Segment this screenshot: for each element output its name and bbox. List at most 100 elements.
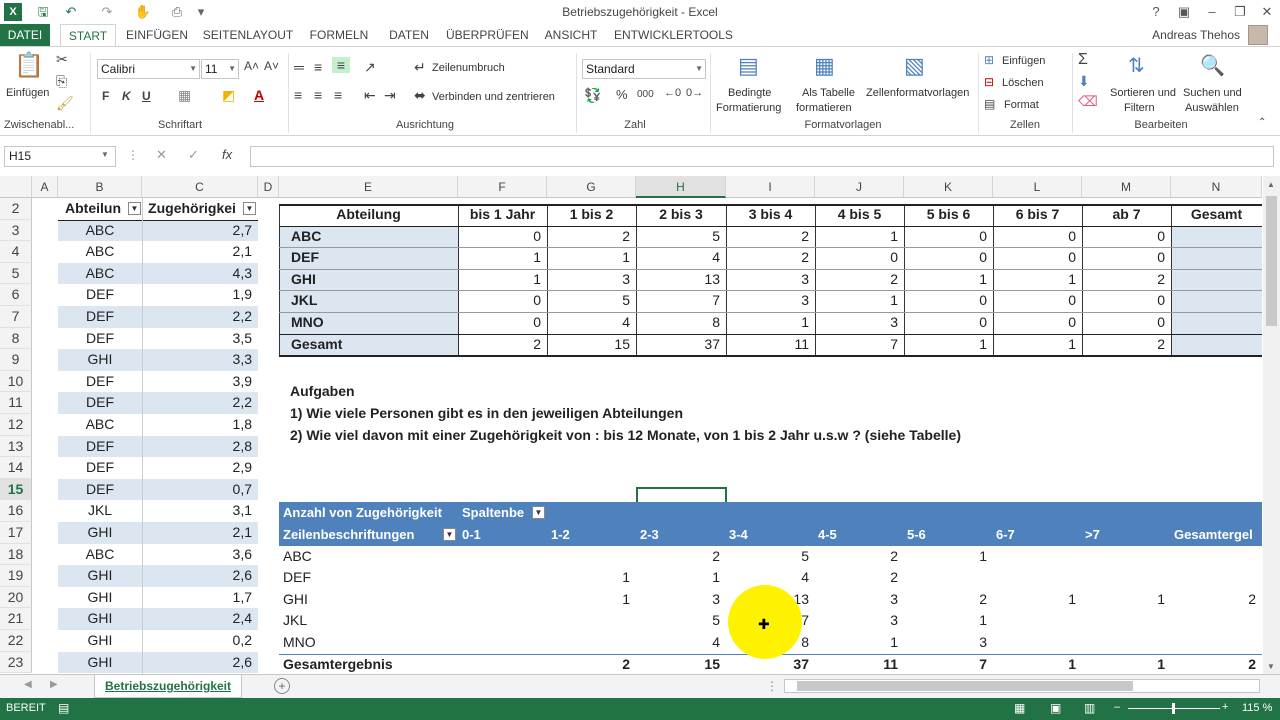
avatar[interactable] (1248, 25, 1268, 45)
format-cells-icon[interactable]: ▤ (984, 97, 995, 111)
pivot-col-header[interactable]: 2-3 (640, 524, 729, 546)
summary-cell[interactable]: 0 (458, 290, 547, 312)
paste-button[interactable]: Einfügen (6, 87, 49, 99)
row-header[interactable]: 4 (0, 241, 32, 263)
delete-cells-icon[interactable]: ⊟ (984, 75, 994, 89)
pivot-row-label[interactable]: JKL (283, 610, 453, 632)
row-header[interactable]: 16 (0, 500, 32, 522)
pivot-row-label[interactable]: GHI (283, 589, 453, 611)
copy-icon[interactable]: ⎘ (56, 73, 67, 90)
table-cell-abteilung[interactable]: DEF (58, 328, 142, 350)
row-header[interactable]: 7 (0, 306, 32, 328)
col-header-j[interactable]: J (815, 176, 904, 198)
conditional-formatting-label2[interactable]: Formatierung (716, 102, 781, 114)
table-cell-abteilung[interactable]: ABC (58, 241, 142, 263)
pivot-column-field[interactable]: Spaltenbe (462, 502, 532, 524)
fill-icon[interactable]: ⬇ (1078, 73, 1090, 90)
summary-cell[interactable]: 0 (993, 226, 1082, 248)
pivot-cell[interactable] (458, 589, 547, 611)
pivot-value-field[interactable]: Anzahl von Zugehörigkeit (283, 502, 458, 524)
row-header[interactable]: 8 (0, 327, 32, 350)
table-cell-abteilung[interactable]: GHI (58, 522, 142, 544)
summary-header[interactable]: 2 bis 3 (636, 204, 726, 226)
format-painter-icon[interactable]: 🖌 (56, 95, 74, 112)
number-format-select[interactable]: Standard ▼ (582, 59, 706, 79)
pivot-cell[interactable]: 1 (1082, 654, 1171, 676)
font-color-icon[interactable]: A (254, 87, 264, 103)
horizontal-scrollbar[interactable] (784, 679, 1260, 693)
pivot-cell[interactable]: 1 (815, 632, 904, 654)
pivot-cell[interactable] (1173, 546, 1262, 568)
summary-cell[interactable]: 0 (458, 226, 547, 248)
pivot-cell[interactable] (1173, 567, 1262, 589)
tab-ueberpruefen[interactable]: ÜBERPRÜFEN (446, 24, 529, 46)
scroll-down-icon[interactable]: ▼ (1267, 662, 1275, 671)
close-button[interactable]: ✕ (1254, 2, 1280, 22)
table-cell-abteilung[interactable]: DEF (58, 457, 142, 479)
summary-cell[interactable]: 0 (1082, 226, 1171, 248)
align-left-icon[interactable]: ≡ (294, 87, 302, 103)
pivot-cell[interactable] (1082, 546, 1171, 568)
summary-cell[interactable]: 0 (904, 226, 993, 248)
format-cells-button[interactable]: Format (1004, 99, 1039, 111)
pivot-cell[interactable]: 1 (1082, 589, 1171, 611)
pivot-cell[interactable]: 3 (815, 589, 904, 611)
summary-cell[interactable]: 5 (547, 290, 636, 312)
row-header[interactable]: 15 (0, 478, 32, 501)
summary-cell[interactable]: 3 (726, 290, 815, 312)
summary-cell[interactable]: 1 (458, 247, 547, 269)
table-cell-zugehoerigkeit[interactable]: 1,7 (142, 587, 258, 609)
prev-sheet-icon[interactable]: ◀ (24, 679, 32, 690)
summary-cell[interactable] (1171, 225, 1262, 248)
summary-row-label[interactable]: JKL (279, 290, 458, 312)
align-top-icon[interactable]: ═ (294, 59, 304, 75)
pivot-col-header[interactable]: 6-7 (996, 524, 1085, 546)
zoom-level[interactable]: 115 % (1242, 702, 1272, 714)
row-header[interactable]: 3 (0, 219, 32, 242)
table-cell-abteilung[interactable]: ABC (58, 544, 142, 566)
summary-cell[interactable]: 2 (726, 247, 815, 269)
wrap-text-icon[interactable]: ↵ (414, 59, 426, 76)
row-header[interactable]: 23 (0, 651, 32, 674)
zoom-in-icon[interactable]: + (1222, 701, 1228, 713)
table-cell-zugehoerigkeit[interactable]: 2,2 (142, 392, 258, 414)
summary-header[interactable]: Gesamt (1171, 204, 1262, 226)
col-header-m[interactable]: M (1082, 176, 1171, 198)
table-cell-abteilung[interactable]: ABC (58, 219, 142, 242)
summary-cell[interactable]: 0 (993, 290, 1082, 312)
table-cell-zugehoerigkeit[interactable]: 2,8 (142, 435, 258, 458)
row-header[interactable]: 12 (0, 414, 32, 436)
table-cell-zugehoerigkeit[interactable]: 2,4 (142, 608, 258, 630)
row-header[interactable]: 19 (0, 565, 32, 587)
summary-cell[interactable]: 1 (815, 226, 904, 248)
user-name[interactable]: Andreas Thehos (1152, 28, 1240, 42)
page-break-view-icon[interactable]: ▥ (1084, 701, 1095, 715)
vertical-scroll-thumb[interactable] (1266, 196, 1277, 326)
table-cell-zugehoerigkeit[interactable]: 2,6 (142, 651, 258, 674)
pivot-cell[interactable]: 1 (993, 589, 1082, 611)
column-filter-dropdown-icon[interactable]: ▼ (532, 506, 545, 520)
summary-cell[interactable]: 2 (726, 226, 815, 248)
col-header-k[interactable]: K (904, 176, 993, 198)
pivot-cell[interactable]: 3 (815, 610, 904, 632)
table-cell-zugehoerigkeit[interactable]: 2,6 (142, 565, 258, 587)
row-header[interactable]: 20 (0, 586, 32, 609)
find-select-label2[interactable]: Auswählen (1185, 102, 1239, 114)
pivot-cell[interactable]: 5 (726, 546, 815, 568)
col-header-e[interactable]: E (279, 176, 458, 198)
sort-filter-icon[interactable]: ⇅ (1128, 53, 1145, 78)
pivot-cell[interactable] (993, 546, 1082, 568)
row-header[interactable]: 21 (0, 608, 32, 630)
pivot-cell[interactable]: 2 (815, 567, 904, 589)
filter-dropdown-icon[interactable]: ▼ (243, 202, 256, 215)
zoom-out-icon[interactable]: – (1114, 701, 1120, 713)
pivot-cell[interactable]: 3 (637, 589, 726, 611)
grow-font-icon[interactable]: A˄ (244, 59, 259, 73)
summary-header[interactable]: 1 bis 2 (547, 204, 636, 226)
summary-cell[interactable]: 8 (636, 312, 726, 334)
align-middle-icon[interactable]: ≡ (314, 59, 322, 75)
table-header-abteilung[interactable]: Abteilun (58, 198, 128, 220)
summary-cell[interactable]: 1 (458, 269, 547, 291)
pivot-total-label[interactable]: Gesamtergebnis (283, 654, 453, 676)
table-cell-abteilung[interactable]: GHI (58, 587, 142, 609)
